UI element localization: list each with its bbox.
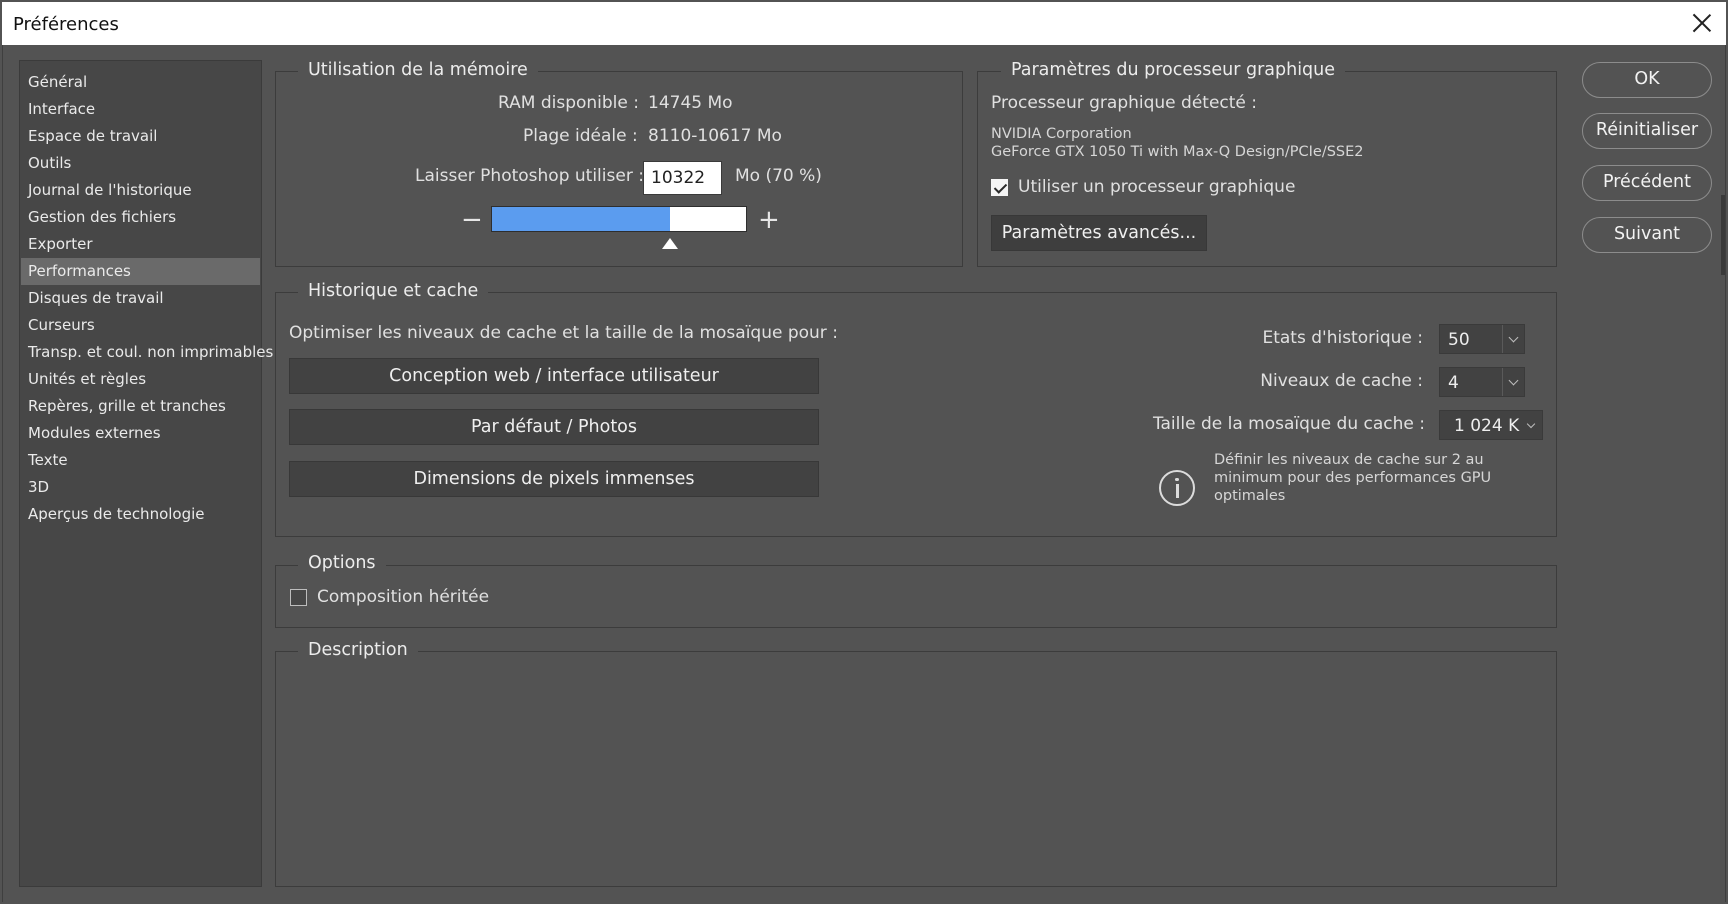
sidebar-item-guides-grid-slices[interactable]: Repères, grille et tranches [21,393,260,420]
cache-levels-label: Niveaux de cache : [1260,371,1423,391]
sidebar-item-transparency-gamut[interactable]: Transp. et coul. non imprimables [21,339,273,366]
title-bar: Préférences [2,2,1726,45]
sidebar-item-general[interactable]: Général [21,69,260,96]
sidebar-item-units-rulers[interactable]: Unités et règles [21,366,260,393]
ok-button[interactable]: OK [1582,62,1712,98]
cache-info-line-2: minimum pour des performances GPU [1214,470,1492,486]
sidebar-item-workspace[interactable]: Espace de travail [21,123,260,150]
sidebar-item-interface[interactable]: Interface [21,96,260,123]
memory-increase-button[interactable]: + [758,207,780,233]
select-divider [1502,325,1503,353]
scrollbar[interactable] [1721,195,1725,275]
memory-slider-thumb[interactable] [661,238,678,249]
reset-button[interactable]: Réinitialiser [1582,113,1712,149]
advanced-settings-button[interactable]: Paramètres avancés... [991,215,1207,251]
next-button[interactable]: Suivant [1582,217,1712,253]
cache-tile-size-value: 1 024 K [1454,416,1520,436]
sidebar-item-technology-previews[interactable]: Aperçus de technologie [21,501,260,528]
sidebar-item-file-handling[interactable]: Gestion des fichiers [21,204,260,231]
legacy-compositing-checkbox[interactable] [290,589,307,606]
sidebar-item-scratch-disks[interactable]: Disques de travail [21,285,260,312]
let-photoshop-use-label: Laisser Photoshop utiliser : [415,166,644,186]
gpu-model: GeForce GTX 1050 Ti with Max-Q Design/PC… [991,144,1364,160]
cache-info-line-1: Définir les niveaux de cache sur 2 au [1214,452,1484,468]
gpu-vendor: NVIDIA Corporation [991,126,1132,142]
sidebar-item-export[interactable]: Exporter [21,231,260,258]
history-cache-title: Historique et cache [298,281,489,301]
memory-slider-fill [492,207,670,231]
close-icon[interactable] [1690,11,1714,35]
chevron-down-icon [1508,375,1519,386]
cache-tile-size-label: Taille de la mosaïque du cache : [1152,414,1425,434]
ram-available-value: 14745 Mo [648,93,733,113]
cache-tile-size-select[interactable]: 1 024 K [1439,410,1543,440]
legacy-compositing-label: Composition héritée [317,587,490,607]
gpu-settings-title: Paramètres du processeur graphique [1001,60,1346,80]
sidebar: Général Interface Espace de travail Outi… [19,60,273,887]
history-states-select[interactable]: 50 [1439,324,1525,354]
cache-levels-value: 4 [1448,373,1459,393]
sidebar-item-cursors[interactable]: Curseurs [21,312,260,339]
optimize-cache-label: Optimiser les niveaux de cache et la tai… [289,323,838,343]
use-gpu-checkbox[interactable] [991,179,1008,196]
chevron-down-icon [1508,332,1519,343]
previous-button[interactable]: Précédent [1582,165,1712,201]
select-divider [1502,368,1503,396]
memory-decrease-button[interactable]: − [461,207,483,233]
use-gpu-label: Utiliser un processeur graphique [1018,177,1296,197]
memory-amount-input[interactable]: 10322 [643,161,722,195]
memory-amount-unit: Mo (70 %) [735,166,822,186]
sidebar-item-tools[interactable]: Outils [21,150,260,177]
history-states-label: Etats d'historique : [1262,328,1423,348]
ideal-range-value: 8110-10617 Mo [648,126,782,146]
cache-levels-select[interactable]: 4 [1439,367,1525,397]
sidebar-item-plugins[interactable]: Modules externes [21,420,260,447]
huge-pixel-dimensions-button[interactable]: Dimensions de pixels immenses [289,461,819,497]
memory-usage-title: Utilisation de la mémoire [298,60,538,80]
options-title: Options [298,553,386,573]
sidebar-item-3d[interactable]: 3D [21,474,260,501]
cache-info-line-3: optimales [1214,488,1286,504]
web-ui-design-button[interactable]: Conception web / interface utilisateur [289,358,819,394]
default-photos-button[interactable]: Par défaut / Photos [289,409,819,445]
memory-slider-track[interactable] [491,206,747,232]
description-title: Description [298,640,418,660]
preferences-dialog: Général Interface Espace de travail Outi… [2,45,1726,902]
window-title: Préférences [13,14,119,35]
gpu-detected-label: Processeur graphique détecté : [991,93,1258,113]
sidebar-item-performance[interactable]: Performances [21,258,260,285]
sidebar-item-history-log[interactable]: Journal de l'historique [21,177,260,204]
info-icon [1159,470,1195,506]
ideal-range-label: Plage idéale : [523,126,638,146]
ram-available-label: RAM disponible : [498,93,639,113]
description-group [275,651,1557,887]
sidebar-item-type[interactable]: Texte [21,447,260,474]
history-states-value: 50 [1448,330,1470,350]
chevron-down-icon [1526,419,1536,429]
